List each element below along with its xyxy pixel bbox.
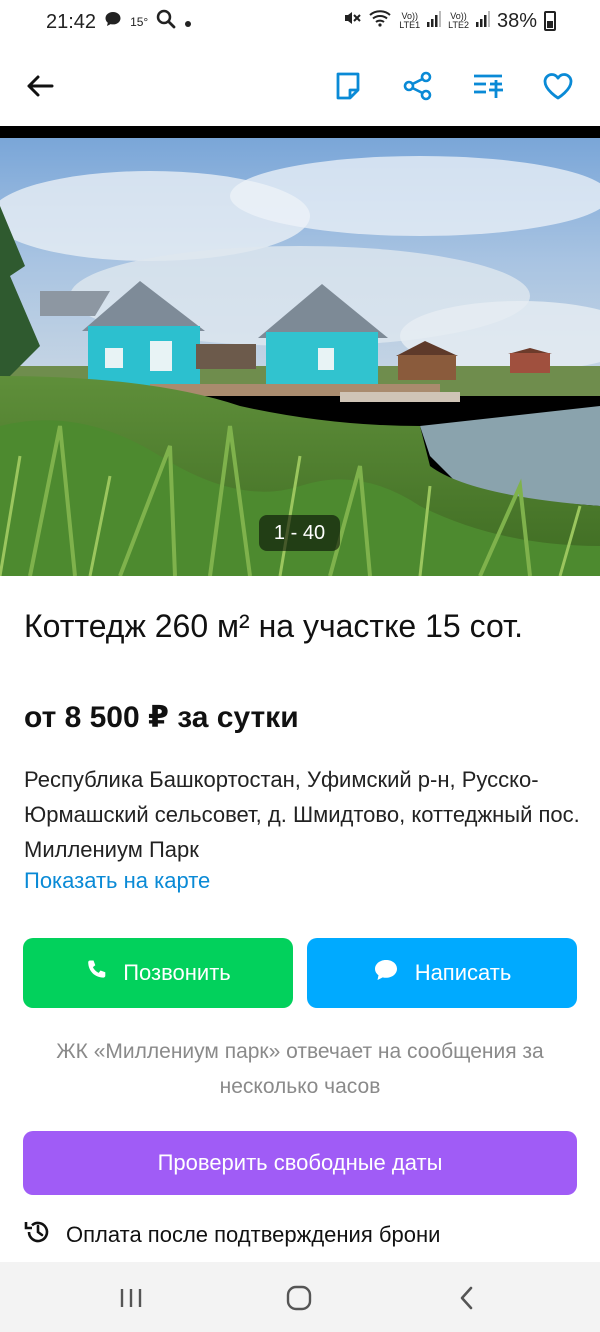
wifi-icon <box>368 9 392 33</box>
listing-address: Республика Башкортостан, Уфимский р-н, Р… <box>24 767 580 862</box>
write-button-label: Написать <box>414 960 512 985</box>
favorite-heart-icon[interactable] <box>540 68 576 104</box>
note-icon[interactable] <box>330 68 366 104</box>
back-arrow-icon[interactable] <box>22 68 58 104</box>
network2-label: Vo)) LTE2 <box>448 12 469 30</box>
status-bar: 21:42 15° Vo)) LTE1 Vo)) LTE2 38% <box>0 0 600 44</box>
home-icon[interactable] <box>284 1284 314 1312</box>
listing-title: Коттедж 260 м² на участке 15 сот. <box>24 608 524 644</box>
battery-percent: 38% <box>496 9 537 32</box>
compare-icon[interactable] <box>470 68 506 104</box>
write-button[interactable]: Написать <box>307 938 577 1008</box>
payment-note: Оплата после подтверждения брони <box>66 1222 441 1247</box>
system-nav-bar <box>0 1262 600 1332</box>
phone-icon <box>85 959 107 987</box>
status-right: Vo)) LTE1 Vo)) LTE2 38% <box>343 9 556 33</box>
battery-icon <box>544 11 556 31</box>
check-dates-button[interactable]: Проверить свободные даты <box>23 1131 577 1195</box>
chat-bubble-icon <box>373 958 399 988</box>
notification-dot-icon <box>184 11 192 34</box>
response-time-note: ЖК «Миллениум парк» отвечает на сообщени… <box>56 1040 544 1098</box>
listing-price: от 8 500 ₽ за сутки <box>24 701 299 734</box>
signal2-icon <box>475 10 490 33</box>
show-on-map-link[interactable]: Показать на карте <box>24 868 210 894</box>
search-icon <box>156 9 176 35</box>
network1-bottom: LTE1 <box>399 20 421 30</box>
payment-info: Оплата после подтверждения брони <box>24 1218 440 1252</box>
network2-bottom: LTE2 <box>448 20 469 30</box>
signal1-icon <box>427 10 442 33</box>
call-button[interactable]: Позвонить <box>23 938 293 1008</box>
share-icon[interactable] <box>400 68 436 104</box>
system-back-icon[interactable] <box>452 1284 482 1312</box>
cottage-photo <box>0 126 600 576</box>
app-bar <box>0 44 600 126</box>
photo-counter: 1 - 40 <box>259 515 340 551</box>
network1-label: Vo)) LTE1 <box>399 12 420 30</box>
status-temperature: 15° <box>130 15 149 29</box>
mute-icon <box>343 9 361 33</box>
call-button-label: Позвонить <box>123 960 231 985</box>
history-clock-icon <box>24 1218 52 1252</box>
status-time: 21:42 <box>46 10 97 33</box>
message-icon <box>104 10 122 34</box>
photo-gallery[interactable]: 1 - 40 <box>0 126 600 576</box>
status-left: 21:42 15° <box>46 9 192 35</box>
recent-apps-icon[interactable] <box>116 1284 146 1312</box>
